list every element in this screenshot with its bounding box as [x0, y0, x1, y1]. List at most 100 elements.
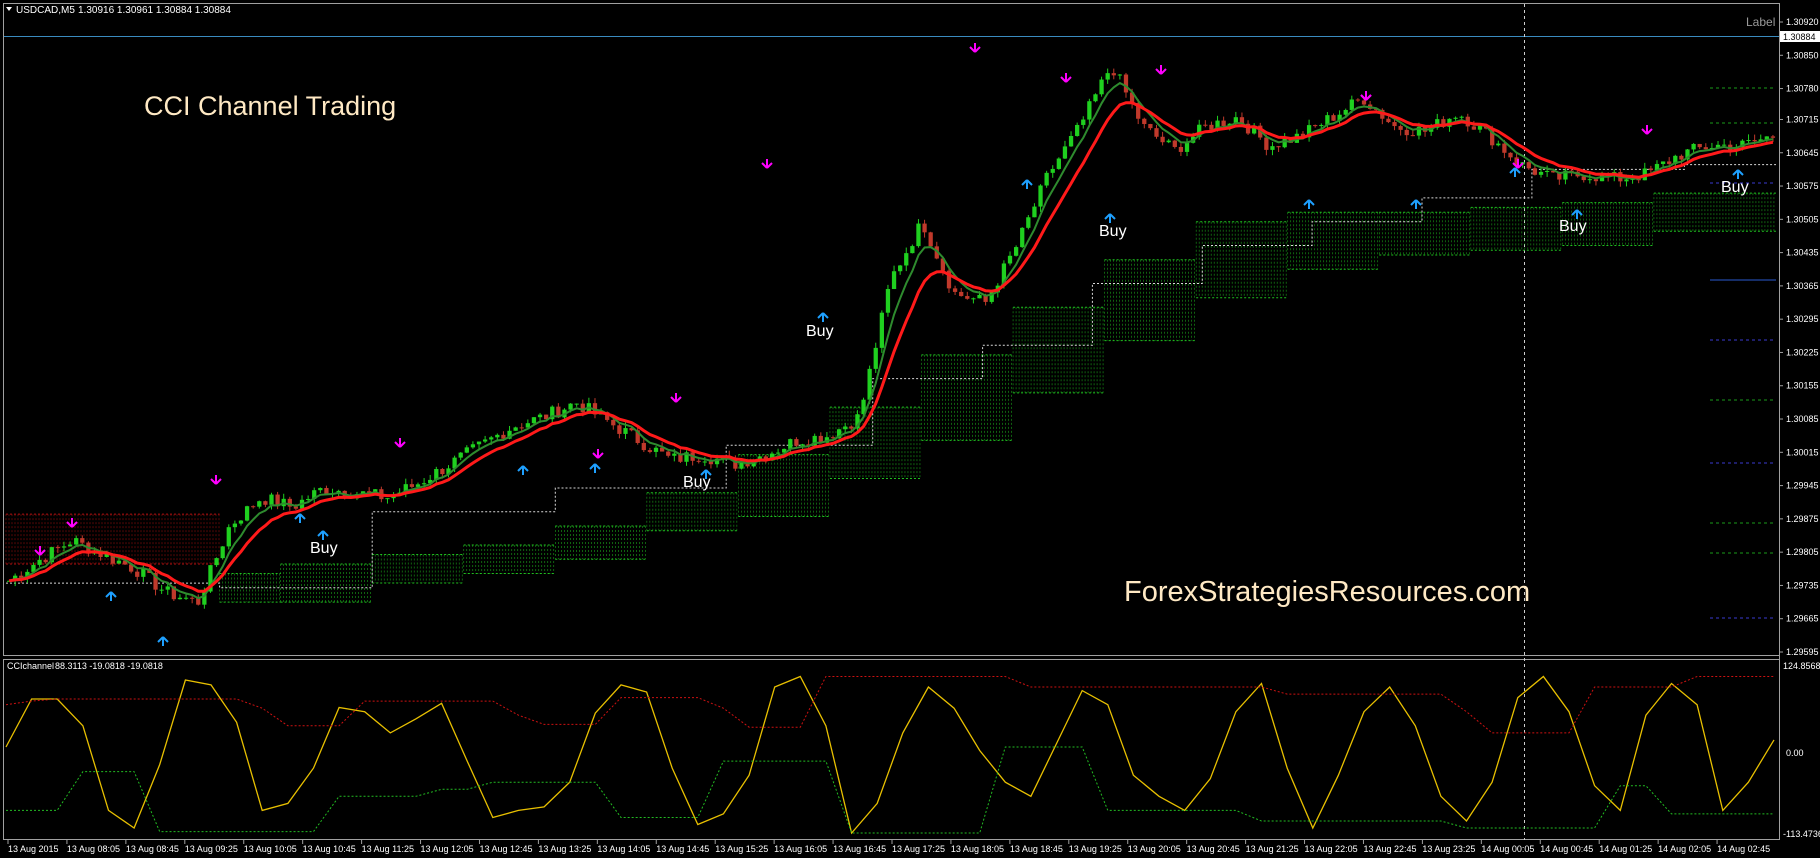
candle-body — [916, 223, 921, 247]
candle-body — [891, 271, 897, 290]
sell-arrow-icon — [394, 438, 406, 448]
time-tick-label: 13 Aug 22:45 — [1363, 844, 1416, 854]
time-tick-label: 13 Aug 23:25 — [1422, 844, 1475, 854]
price-tick-label: 1.29665 — [1786, 614, 1819, 624]
buy-label: Buy — [683, 474, 711, 491]
candle-body — [1148, 124, 1153, 129]
candles-layer — [6, 68, 1776, 609]
time-tick-label: 13 Aug 16:45 — [833, 844, 886, 854]
candle-body — [843, 426, 848, 430]
candle-body — [464, 447, 469, 453]
candle-body — [1319, 125, 1324, 127]
candle-body — [1770, 136, 1776, 138]
candle-body — [1538, 171, 1544, 175]
price-tick-label: 1.30780 — [1786, 84, 1819, 94]
candle-body — [1746, 140, 1751, 142]
candle-body — [1062, 146, 1068, 159]
cci-line — [5, 675, 1775, 835]
chart-title: CCI Channel Trading — [144, 91, 396, 121]
time-tick-label: 13 Aug 20:45 — [1187, 844, 1240, 854]
candle-body — [1160, 136, 1165, 143]
candle-body — [1398, 126, 1403, 130]
candle-body — [1624, 179, 1629, 182]
ohlc-values: 1.30916 1.30961 1.30884 1.30884 — [78, 5, 231, 16]
candle-body — [696, 460, 701, 462]
candle-body — [1667, 161, 1672, 164]
candle-body — [135, 571, 140, 577]
candle-body — [1050, 168, 1055, 173]
candle-body — [1752, 140, 1757, 142]
buy-arrow-icon — [1509, 167, 1521, 177]
candle-body — [1526, 162, 1531, 169]
candle-body — [879, 312, 884, 348]
ma-fast-line — [8, 101, 1774, 593]
candle-body — [1471, 126, 1477, 130]
buy-arrow-icon — [317, 530, 329, 540]
indicator-name: CCIchannel — [7, 661, 54, 671]
candle-body — [226, 527, 231, 547]
candle-body — [1172, 140, 1177, 147]
candle-body — [1691, 143, 1696, 150]
candle-body — [653, 447, 659, 452]
candle-body — [1496, 143, 1501, 146]
candle-body — [440, 469, 445, 475]
candle-body — [1142, 118, 1147, 125]
candle-body — [1453, 117, 1458, 119]
candle-body — [1209, 124, 1214, 130]
candle-body — [1593, 179, 1599, 182]
candle-body — [1361, 100, 1367, 105]
indicator-frame — [3, 659, 1780, 840]
price-tick-label: 1.29945 — [1786, 481, 1819, 491]
moving-averages-layer — [8, 81, 1774, 600]
candle-body — [1044, 172, 1049, 186]
candle-body — [238, 520, 244, 524]
candle-body — [1703, 147, 1708, 150]
candle-body — [1026, 217, 1031, 228]
candle-body — [794, 439, 799, 446]
time-tick-label: 13 Aug 10:05 — [244, 844, 297, 854]
trading-chart[interactable]: Buy Buy Buy Buy Buy Buy 1.30920 1.30850 1.30780… — [0, 0, 1820, 858]
candle-body — [1056, 158, 1061, 169]
buy-arrow-icon — [817, 312, 829, 322]
candle-body — [702, 461, 707, 463]
candle-body — [495, 434, 500, 438]
sell-arrow-icon — [1060, 73, 1072, 83]
candle-body — [244, 506, 250, 521]
price-tick-label: 1.30085 — [1786, 414, 1819, 424]
price-tick-label: 1.30155 — [1786, 381, 1819, 391]
price-tick-label: 1.30850 — [1786, 50, 1819, 60]
candle-body — [1313, 125, 1318, 127]
candle-body — [421, 483, 427, 485]
candle-body — [971, 298, 976, 300]
buy-arrow-icon — [1410, 199, 1422, 209]
candle-body — [1013, 247, 1019, 256]
candle-body — [977, 294, 982, 299]
indicator-values: 88.3113 -19.0818 -19.0818 — [55, 661, 163, 671]
candle-body — [1392, 122, 1397, 127]
support-stair-line — [6, 164, 1776, 589]
candle-body — [519, 427, 524, 429]
time-tick-label: 14 Aug 02:45 — [1717, 844, 1770, 854]
candle-body — [1178, 146, 1184, 152]
ma-slow-line — [8, 81, 1774, 600]
candle-body — [43, 559, 48, 563]
price-tick-label: 1.30505 — [1786, 214, 1819, 224]
dropdown-triangle-icon[interactable] — [6, 7, 12, 11]
candle-body — [1349, 99, 1354, 110]
candle-body — [1038, 185, 1043, 207]
price-tick-label: 1.30365 — [1786, 281, 1819, 291]
candle-body — [904, 253, 909, 266]
signal-arrows-layer — [34, 43, 1744, 646]
candle-body — [1203, 124, 1208, 126]
candle-body — [165, 586, 170, 590]
candle-body — [611, 419, 616, 426]
candle-body — [1111, 73, 1116, 76]
candle-body — [1343, 109, 1348, 115]
candle-body — [61, 546, 67, 548]
candle-body — [965, 296, 970, 299]
candle-body — [476, 441, 482, 445]
candle-body — [1404, 129, 1409, 136]
buy-arrow-icon — [589, 463, 601, 473]
candle-body — [1721, 144, 1727, 146]
candle-body — [324, 488, 329, 494]
